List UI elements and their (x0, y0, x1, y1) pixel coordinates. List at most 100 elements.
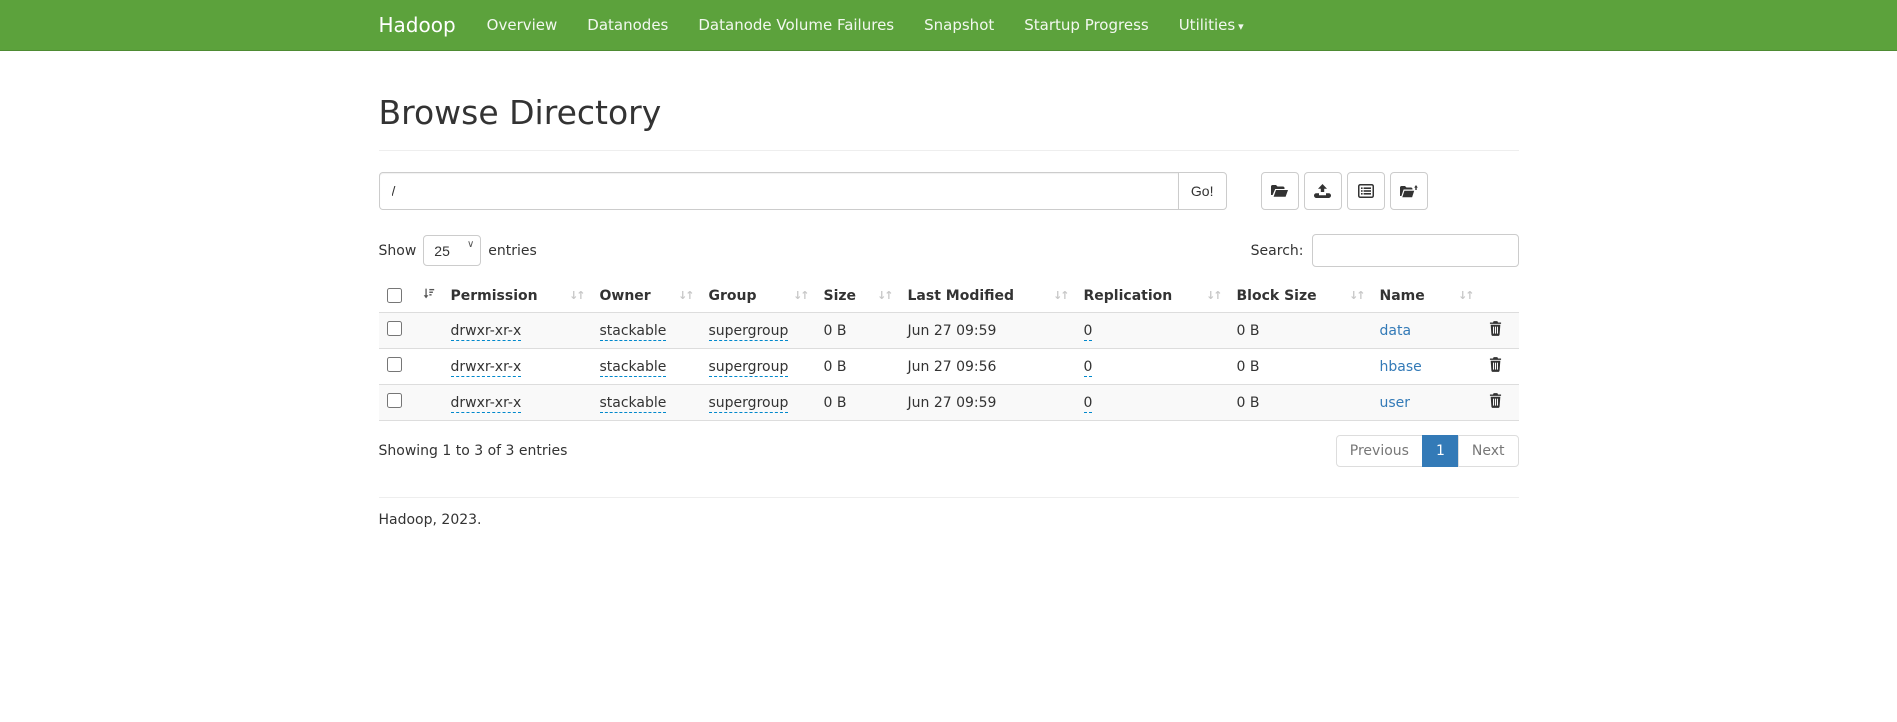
row-checkbox[interactable] (387, 393, 402, 408)
col-header-actions (1481, 279, 1519, 313)
sort-icon: ↓↑ (1458, 289, 1472, 302)
table-row: drwxr-xr-x stackable supergroup 0 B Jun … (379, 349, 1519, 385)
owner-cell[interactable]: stackable (600, 359, 667, 377)
table-search-control: Search: (1251, 234, 1519, 267)
file-actions-toolbar (1261, 172, 1428, 210)
directory-table: Permission ↓↑ Owner ↓↑ Group ↓↑ Size ↓↑ Last… (379, 279, 1519, 421)
row-checkbox[interactable] (387, 357, 402, 372)
nav-datanodes[interactable]: Datanodes (572, 0, 683, 50)
nav-utilities-dropdown[interactable]: Utilities▾ (1164, 0, 1259, 52)
cut-paste-button[interactable] (1347, 172, 1385, 210)
directory-link[interactable]: hbase (1380, 359, 1422, 375)
page-size-select[interactable]: 25 (423, 235, 481, 266)
owner-cell[interactable]: stackable (600, 323, 667, 341)
table-row: drwxr-xr-x stackable supergroup 0 B Jun … (379, 385, 1519, 421)
sort-icon: ↓↑ (569, 289, 583, 302)
permission-cell[interactable]: drwxr-xr-x (451, 359, 522, 377)
nav-utilities-label: Utilities (1179, 16, 1235, 34)
folder-open-icon (1271, 184, 1288, 198)
pagination-next[interactable]: Next (1458, 435, 1519, 467)
navbar-menu: Overview Datanodes Datanode Volume Failu… (472, 0, 1259, 50)
nav-snapshot[interactable]: Snapshot (909, 0, 1009, 50)
replication-cell[interactable]: 0 (1084, 359, 1093, 377)
block-size-cell: 0 B (1237, 359, 1260, 375)
group-cell[interactable]: supergroup (709, 395, 789, 413)
group-cell[interactable]: supergroup (709, 359, 789, 377)
sort-amount-icon[interactable] (422, 287, 435, 304)
col-header-owner: Owner (600, 288, 651, 304)
title-divider (379, 150, 1519, 151)
caret-down-icon: ▾ (1238, 20, 1244, 33)
list-alt-icon (1358, 184, 1374, 198)
navbar: Hadoop Overview Datanodes Datanode Volum… (0, 0, 1897, 51)
search-label: Search: (1251, 243, 1304, 259)
nav-startup-progress[interactable]: Startup Progress (1009, 0, 1163, 50)
delete-button[interactable] (1489, 321, 1502, 336)
trash-icon (1489, 360, 1502, 375)
sort-icon: ↓↑ (678, 289, 692, 302)
search-input[interactable] (1312, 234, 1519, 267)
col-header-permission: Permission (451, 288, 538, 304)
navbar-brand[interactable]: Hadoop (379, 0, 472, 50)
col-header-block-size: Block Size (1237, 288, 1317, 304)
select-all-checkbox[interactable] (387, 288, 402, 303)
directory-link[interactable]: user (1380, 395, 1411, 411)
owner-cell[interactable]: stackable (600, 395, 667, 413)
permission-cell[interactable]: drwxr-xr-x (451, 323, 522, 341)
upload-files-button[interactable] (1304, 172, 1342, 210)
size-cell: 0 B (824, 359, 847, 375)
page-length-control: Show 25 ∨ entries (379, 235, 537, 266)
pagination-previous[interactable]: Previous (1336, 435, 1423, 467)
page-size-select-wrap: 25 ∨ (423, 235, 481, 266)
delete-button[interactable] (1489, 357, 1502, 372)
last-modified-cell: Jun 27 09:59 (908, 395, 997, 411)
path-input-group: Go! (379, 172, 1227, 210)
delete-button[interactable] (1489, 393, 1502, 408)
group-cell[interactable]: supergroup (709, 323, 789, 341)
pagination-page-1[interactable]: 1 (1422, 435, 1459, 467)
table-controls: Show 25 ∨ entries Search: (379, 234, 1519, 267)
size-cell: 0 B (824, 395, 847, 411)
page-title: Browse Directory (379, 93, 1519, 132)
size-cell: 0 B (824, 323, 847, 339)
move-to-directory-button[interactable] (1390, 172, 1428, 210)
go-button[interactable]: Go! (1178, 172, 1227, 210)
nav-datanode-volume-failures[interactable]: Datanode Volume Failures (683, 0, 909, 50)
col-header-last-modified: Last Modified (908, 288, 1015, 304)
col-header-replication: Replication (1084, 288, 1173, 304)
sort-icon: ↓↑ (1206, 289, 1220, 302)
col-header-group: Group (709, 288, 757, 304)
col-header-size: Size (824, 288, 857, 304)
pagination: Previous 1 Next (1336, 435, 1519, 467)
sort-icon: ↓↑ (1349, 289, 1363, 302)
sort-icon: ↓↑ (877, 289, 891, 302)
permission-cell[interactable]: drwxr-xr-x (451, 395, 522, 413)
col-header-name: Name (1380, 288, 1425, 304)
directory-path-input[interactable] (379, 172, 1179, 210)
trash-icon (1489, 324, 1502, 339)
folder-move-icon (1400, 184, 1418, 198)
replication-cell[interactable]: 0 (1084, 323, 1093, 341)
show-label: Show (379, 243, 417, 259)
footer-divider (379, 497, 1519, 498)
path-form: Go! (379, 172, 1519, 210)
replication-cell[interactable]: 0 (1084, 395, 1093, 413)
row-checkbox[interactable] (387, 321, 402, 336)
table-header-row: Permission ↓↑ Owner ↓↑ Group ↓↑ Size ↓↑ Last… (379, 279, 1519, 313)
sort-icon: ↓↑ (793, 289, 807, 302)
last-modified-cell: Jun 27 09:56 (908, 359, 997, 375)
table-info: Showing 1 to 3 of 3 entries (379, 433, 568, 469)
block-size-cell: 0 B (1237, 323, 1260, 339)
entries-label: entries (488, 243, 537, 259)
trash-icon (1489, 396, 1502, 411)
create-directory-button[interactable] (1261, 172, 1299, 210)
directory-link[interactable]: data (1380, 323, 1412, 339)
last-modified-cell: Jun 27 09:59 (908, 323, 997, 339)
sort-icon: ↓↑ (1053, 289, 1067, 302)
table-row: drwxr-xr-x stackable supergroup 0 B Jun … (379, 313, 1519, 349)
upload-icon (1314, 184, 1331, 198)
footer-text: Hadoop, 2023. (379, 512, 1519, 528)
table-footer: Showing 1 to 3 of 3 entries Previous 1 N… (379, 427, 1519, 475)
block-size-cell: 0 B (1237, 395, 1260, 411)
nav-overview[interactable]: Overview (472, 0, 573, 50)
